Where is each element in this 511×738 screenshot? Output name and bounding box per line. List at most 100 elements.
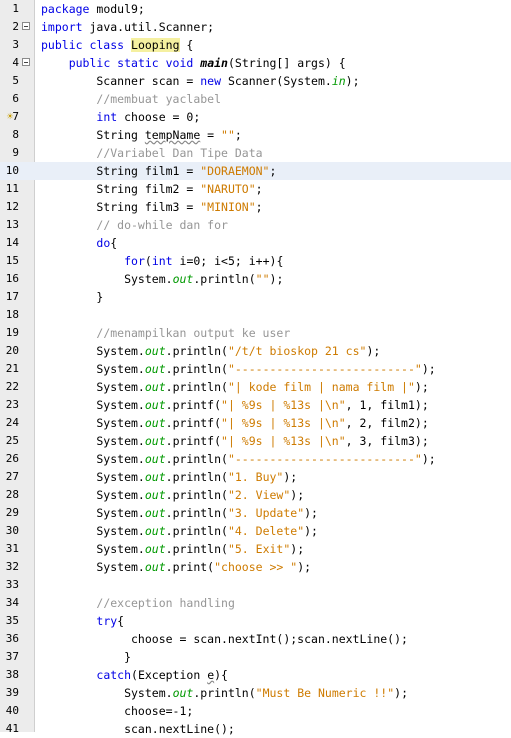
code-line[interactable]: 2 import java.util.Scanner; [0, 18, 511, 36]
code-text: String [41, 128, 145, 142]
code-area[interactable]: 1 package modul9; 2 import java.util.Scanne… [0, 0, 511, 736]
code-line[interactable]: 37 } [0, 648, 511, 666]
code-line[interactable]: 41 scan.nextLine(); [0, 720, 511, 738]
code-line[interactable]: 34 //exception handling [0, 594, 511, 612]
code-content: } [41, 288, 103, 306]
code-text: i=0; i<5; i++){ [172, 254, 284, 268]
code-line[interactable]: 27 System.out.println("1. Buy"); [0, 468, 511, 486]
code-line[interactable]: 14 do{ [0, 234, 511, 252]
code-text: Scanner(System. [221, 74, 332, 88]
warning-token: tempName [144, 128, 201, 142]
code-line[interactable]: 21 System.out.println("-----------------… [0, 360, 511, 378]
code-text: choose = 0; [117, 110, 201, 124]
code-line[interactable]: 12 String film3 = "MINION"; [0, 198, 511, 216]
code-content: package modul9; [41, 0, 145, 18]
code-line[interactable]: 5 Scanner scan = new Scanner(System.in); [0, 72, 511, 90]
string: "--------------------------" [227, 452, 422, 466]
code-content: int choose = 0; [41, 108, 200, 126]
comment: //Variabel Dan Tipe Data [96, 146, 263, 160]
code-text: scan.nextLine(); [41, 722, 235, 736]
code-text: = [200, 128, 222, 142]
fold-toggle-icon[interactable] [22, 58, 30, 66]
string: "2. View" [227, 488, 291, 502]
code-line[interactable]: 38 catch(Exception e){ [0, 666, 511, 684]
code-line[interactable]: 28 System.out.println("2. View"); [0, 486, 511, 504]
code-line[interactable]: 8 String tempName = ""; [0, 126, 511, 144]
line-number: 38 [5, 668, 19, 681]
class-name: Looping [131, 38, 180, 52]
code-line[interactable]: 18 [0, 306, 511, 324]
static-field: out [144, 380, 166, 394]
code-line[interactable]: 7 ☀ int choose = 0; [0, 108, 511, 126]
code-line[interactable]: 29 System.out.println("3. Update"); [0, 504, 511, 522]
code-line[interactable]: 40 choose=-1; [0, 702, 511, 720]
lightbulb-icon[interactable]: ☀ [4, 111, 16, 123]
code-text: ); [304, 506, 318, 520]
keyword: for [124, 254, 145, 268]
code-line[interactable]: 33 [0, 576, 511, 594]
code-text: ); [297, 560, 312, 574]
code-line[interactable]: 3 public class Looping { [0, 36, 511, 54]
string: "| %9s | %13s |\n" [221, 398, 346, 412]
code-line[interactable]: 1 package modul9; [0, 0, 511, 18]
string: "1. Buy" [227, 470, 284, 484]
static-field: out [144, 398, 166, 412]
code-text: .println( [165, 362, 228, 376]
code-line[interactable]: 11 String film2 = "NARUTO"; [0, 180, 511, 198]
code-text: ); [421, 362, 436, 376]
code-line[interactable]: 30 System.out.println("4. Delete"); [0, 522, 511, 540]
code-text: System. [41, 398, 145, 412]
line-number: 37 [5, 650, 19, 663]
code-line[interactable]: 9 //Variabel Dan Tipe Data [0, 144, 511, 162]
code-text: (Exception [131, 668, 208, 682]
code-text: String film1 = [41, 164, 201, 178]
code-text: .println( [165, 470, 228, 484]
code-text: ); [290, 488, 305, 502]
static-field: out [144, 470, 166, 484]
code-line[interactable]: 17 } [0, 288, 511, 306]
code-line[interactable]: 20 System.out.println("/t/t bioskop 21 c… [0, 342, 511, 360]
code-line[interactable]: 39 System.out.println("Must Be Numeric !… [0, 684, 511, 702]
keyword: public static void [68, 56, 194, 70]
code-line[interactable]: 25 System.out.printf("| %9s | %13s |\n",… [0, 432, 511, 450]
code-line[interactable]: 19 //menampilkan output ke user [0, 324, 511, 342]
code-content: //exception handling [41, 594, 234, 612]
code-line[interactable]: 15 for(int i=0; i<5; i++){ [0, 252, 511, 270]
code-line[interactable]: 24 System.out.printf("| %9s | %13s |\n",… [0, 414, 511, 432]
string: "5. Exit" [227, 542, 291, 556]
code-line[interactable]: 31 System.out.println("5. Exit"); [0, 540, 511, 558]
code-content: System.out.printf("| %9s | %13s |\n", 3,… [41, 432, 428, 450]
string: "/t/t bioskop 21 cs" [227, 344, 367, 358]
code-content: System.out.println("1. Buy"); [41, 468, 297, 486]
code-line[interactable]: 26 System.out.println("-----------------… [0, 450, 511, 468]
code-line[interactable]: 23 System.out.printf("| %9s | %13s |\n",… [0, 396, 511, 414]
code-editor[interactable]: 1 package modul9; 2 import java.util.Scanne… [0, 0, 511, 736]
code-text: { [117, 614, 125, 628]
comment: // do-while dan for [96, 218, 228, 232]
code-line[interactable]: 35 try{ [0, 612, 511, 630]
code-line[interactable]: 13 // do-while dan for [0, 216, 511, 234]
code-line[interactable]: 32 System.out.print("choose >> "); [0, 558, 511, 576]
code-content: System.out.println("Must Be Numeric !!")… [41, 684, 408, 702]
code-line[interactable]: 36 choose = scan.nextInt();scan.nextLine… [0, 630, 511, 648]
code-line[interactable]: 16 System.out.println(""); [0, 270, 511, 288]
code-content: choose=-1; [41, 702, 193, 720]
keyword: catch [96, 668, 132, 682]
line-number: 6 [12, 92, 19, 105]
code-line[interactable]: 6 //membuat yaclabel [0, 90, 511, 108]
code-text: ); [414, 380, 429, 394]
line-number: 16 [5, 272, 19, 285]
string: "| kode film | nama film |" [227, 380, 415, 394]
line-number: 5 [12, 74, 19, 87]
code-content: // do-while dan for [41, 216, 228, 234]
fold-toggle-icon[interactable] [22, 22, 30, 30]
code-text: String film2 = [41, 182, 201, 196]
code-text: ); [345, 74, 360, 88]
line-number: 24 [5, 416, 19, 429]
code-line[interactable]: 10 String film1 = "DORAEMON"; [0, 162, 511, 180]
code-line[interactable]: 4 public static void main(String[] args)… [0, 54, 511, 72]
string: "| %9s | %13s |\n" [221, 416, 346, 430]
code-line[interactable]: 22 System.out.println("| kode film | nam… [0, 378, 511, 396]
line-number: 2 [12, 20, 19, 33]
